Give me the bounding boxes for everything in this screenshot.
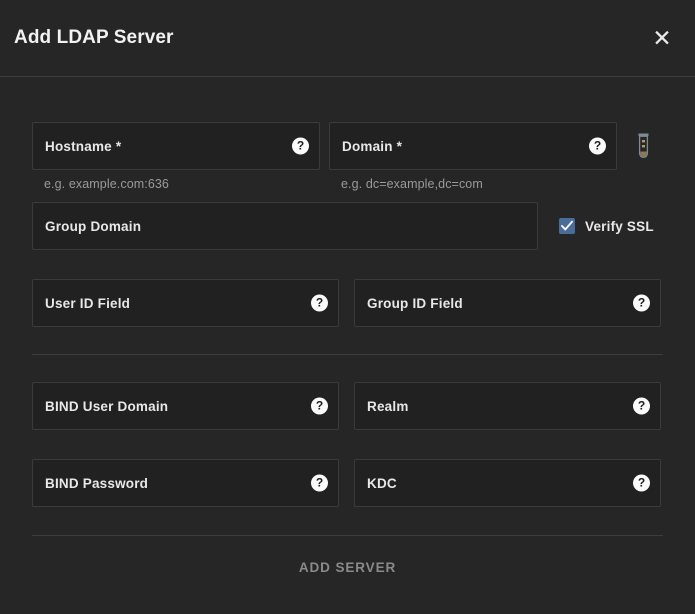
- help-icon[interactable]: ?: [633, 398, 650, 415]
- domain-hint: e.g. dc=example,dc=com: [329, 177, 617, 191]
- bind-password-group: BIND Password ?: [32, 459, 339, 507]
- help-icon[interactable]: ?: [589, 138, 606, 155]
- domain-label: Domain *: [330, 139, 402, 154]
- verify-ssl-checkbox[interactable]: Verify SSL: [559, 202, 654, 250]
- kdc-input[interactable]: KDC ?: [354, 459, 661, 507]
- hostname-hint: e.g. example.com:636: [32, 177, 320, 191]
- help-icon[interactable]: ?: [311, 398, 328, 415]
- help-icon[interactable]: ?: [633, 295, 650, 312]
- group-domain-input[interactable]: Group Domain: [32, 202, 538, 250]
- realm-input[interactable]: Realm ?: [354, 382, 661, 430]
- bind-user-domain-input[interactable]: BIND User Domain ?: [32, 382, 339, 430]
- row-password-kdc: BIND Password ? KDC ?: [32, 459, 663, 507]
- row-group-domain: Group Domain Verify SSL: [32, 202, 663, 250]
- help-icon[interactable]: ?: [311, 295, 328, 312]
- group-domain-group: Group Domain: [32, 202, 538, 250]
- help-icon[interactable]: ?: [633, 475, 650, 492]
- verify-ssl-label: Verify SSL: [585, 219, 654, 234]
- page-title: Add LDAP Server: [14, 27, 174, 49]
- group-id-field-input[interactable]: Group ID Field ?: [354, 279, 661, 327]
- bind-password-label: BIND Password: [33, 476, 148, 491]
- add-server-button[interactable]: ADD SERVER: [283, 552, 412, 583]
- domain-group: Domain * ? e.g. dc=example,dc=com: [329, 122, 617, 191]
- user-id-field-label: User ID Field: [33, 296, 130, 311]
- row-id-fields: User ID Field ? Group ID Field ?: [32, 279, 663, 327]
- realm-label: Realm: [355, 399, 409, 414]
- dialog-footer: ADD SERVER: [32, 536, 663, 598]
- domain-input[interactable]: Domain * ?: [329, 122, 617, 170]
- help-icon[interactable]: ?: [311, 475, 328, 492]
- close-icon[interactable]: ✕: [645, 21, 679, 55]
- row-bind-realm: BIND User Domain ? Realm ?: [32, 382, 663, 430]
- bind-user-domain-group: BIND User Domain ?: [32, 382, 339, 430]
- bind-password-input[interactable]: BIND Password ?: [32, 459, 339, 507]
- user-id-field-input[interactable]: User ID Field ?: [32, 279, 339, 327]
- row-hostname-domain: Hostname * ? e.g. example.com:636 Domain…: [32, 122, 663, 191]
- dialog-body: Hostname * ? e.g. example.com:636 Domain…: [0, 122, 695, 598]
- checkbox-checked-icon[interactable]: [559, 218, 575, 234]
- dialog-header: Add LDAP Server ✕: [0, 0, 695, 77]
- group-id-field-label: Group ID Field: [355, 296, 463, 311]
- hostname-input[interactable]: Hostname * ?: [32, 122, 320, 170]
- realm-group: Realm ?: [354, 382, 661, 430]
- bind-user-domain-label: BIND User Domain: [33, 399, 168, 414]
- group-id-field-group: Group ID Field ?: [354, 279, 661, 327]
- test-tube-icon[interactable]: [623, 122, 663, 170]
- help-icon[interactable]: ?: [292, 138, 309, 155]
- user-id-field-group: User ID Field ?: [32, 279, 339, 327]
- hostname-label: Hostname *: [33, 139, 121, 154]
- add-ldap-server-dialog: Add LDAP Server ✕ Hostname * ? e.g. exam…: [0, 0, 695, 614]
- group-domain-label: Group Domain: [33, 219, 141, 234]
- kdc-label: KDC: [355, 476, 397, 491]
- hostname-group: Hostname * ? e.g. example.com:636: [32, 122, 320, 191]
- kdc-group: KDC ?: [354, 459, 661, 507]
- section-divider: [32, 354, 663, 355]
